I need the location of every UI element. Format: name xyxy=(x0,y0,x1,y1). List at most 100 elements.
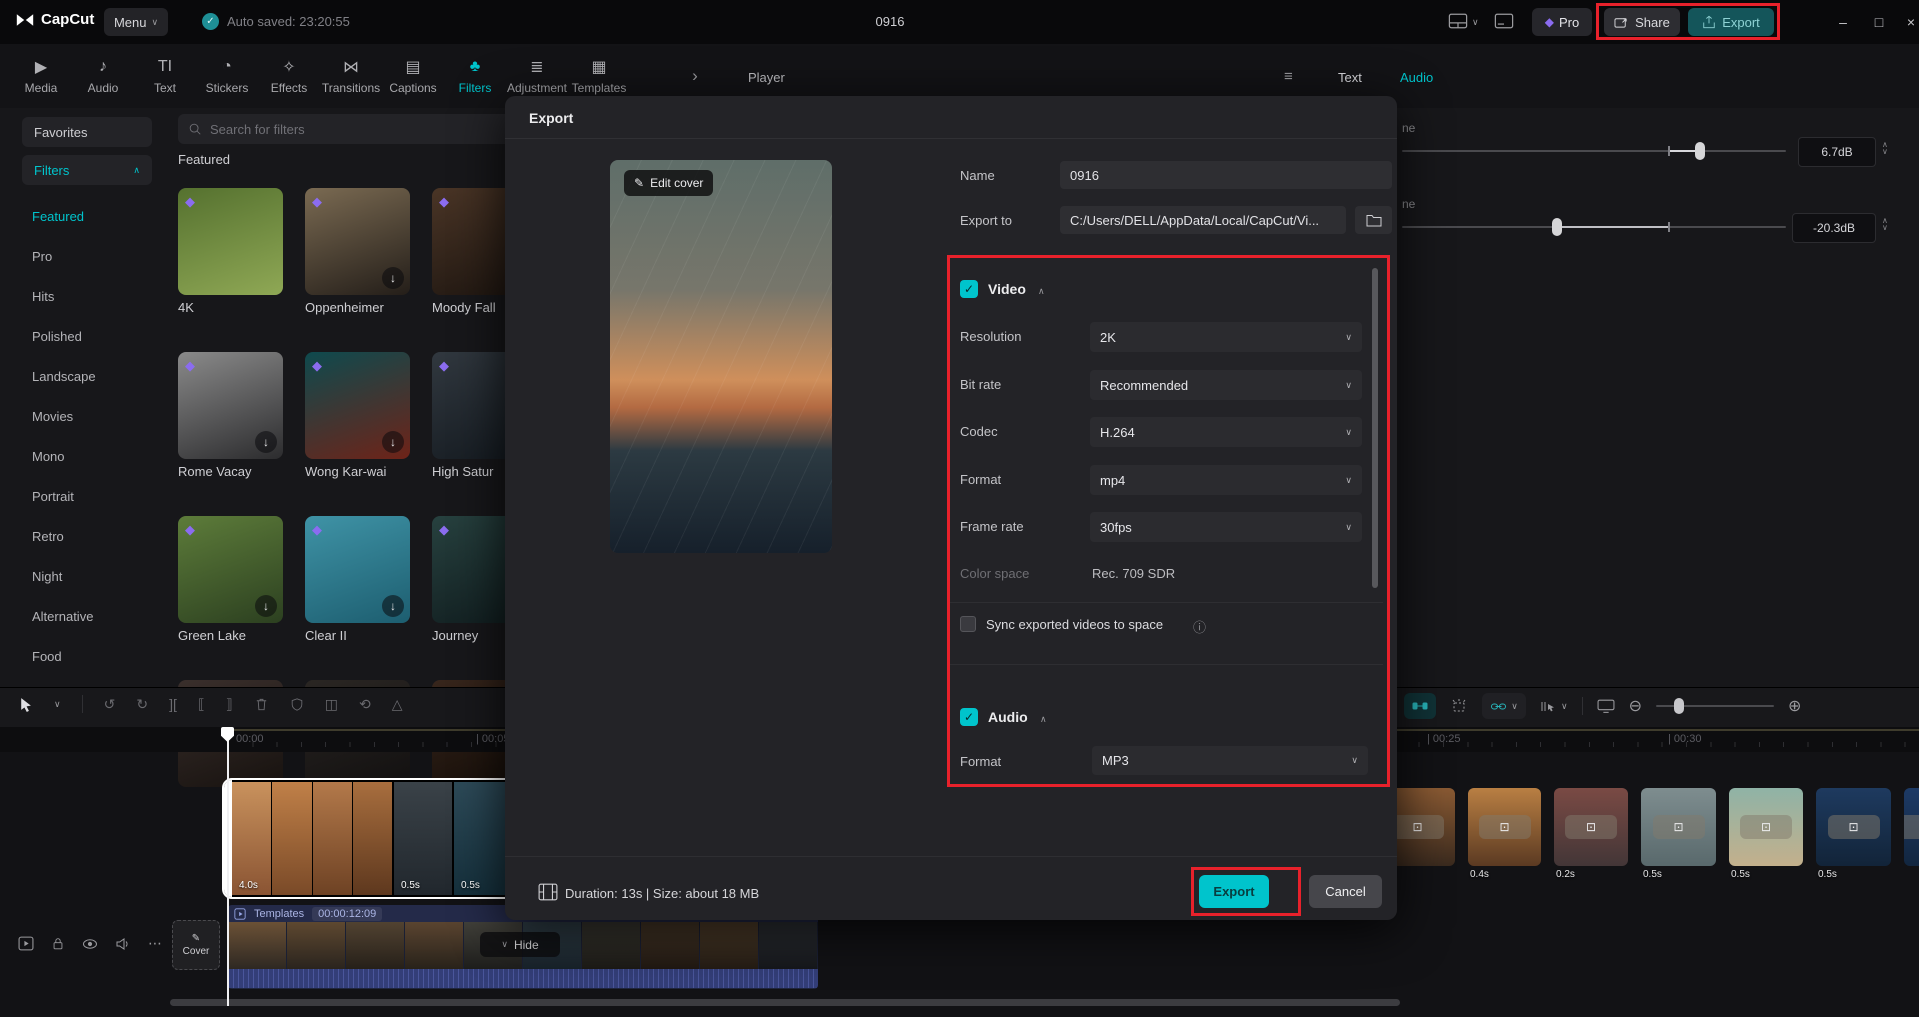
download-icon[interactable]: ↓ xyxy=(382,595,404,617)
minimize-button[interactable]: – xyxy=(1830,9,1856,35)
filter-card[interactable]: ◆ ↓ Rome Vacay xyxy=(178,352,283,479)
more-tabs-chevron-icon[interactable]: › xyxy=(686,64,704,88)
clip-select-mode-icon[interactable]: ∨ xyxy=(1540,699,1568,714)
sidebar-item-filters[interactable]: Filters ∧ xyxy=(22,155,152,185)
audio-value-2[interactable]: -20.3dB xyxy=(1792,213,1876,243)
trim-right-icon[interactable]: ⟧ xyxy=(226,696,233,713)
sidebar-category-item[interactable]: Portrait xyxy=(32,476,96,516)
export-path-input[interactable]: C:/Users/DELL/AppData/Local/CapCut/Vi... xyxy=(1060,206,1346,234)
filter-thumbnail[interactable]: ◆ ↓ xyxy=(305,352,410,459)
filter-card[interactable]: ◆ ↓ Clear II xyxy=(305,516,410,643)
tool-tab[interactable]: TI Text xyxy=(134,57,196,95)
player-menu-icon[interactable]: ≡ xyxy=(1284,68,1293,85)
mask-icon[interactable] xyxy=(290,697,304,712)
tool-tab[interactable]: ◔ Stickers xyxy=(196,57,258,95)
maximize-button[interactable]: □ xyxy=(1866,9,1892,35)
timeline-horizontal-scrollbar[interactable] xyxy=(170,999,1400,1006)
lock-icon[interactable] xyxy=(51,936,65,951)
select-cursor-icon[interactable] xyxy=(18,697,33,712)
tool-tab[interactable]: ♣ Filters xyxy=(444,57,506,95)
stepper-down-icon[interactable]: ∨ xyxy=(1882,224,1888,231)
redo-icon[interactable]: ↻ xyxy=(136,696,148,713)
stepper-down-icon[interactable]: ∨ xyxy=(1882,148,1888,155)
filter-thumbnail[interactable]: ◆ ↓ xyxy=(305,516,410,623)
audio-slider-1[interactable] xyxy=(1402,150,1786,152)
panel-toggle-icon[interactable] xyxy=(1494,13,1514,29)
delete-icon[interactable] xyxy=(254,697,269,712)
layout-chevron-icon[interactable]: ∨ xyxy=(1472,18,1479,27)
download-icon[interactable]: ↓ xyxy=(382,431,404,453)
timeline-clip[interactable]: ⊡ 0.5s xyxy=(1729,788,1803,880)
sidebar-category-item[interactable]: Polished xyxy=(32,316,96,356)
audio-slider-1-handle[interactable] xyxy=(1695,142,1705,160)
browse-folder-button[interactable] xyxy=(1355,206,1392,234)
filter-thumbnail[interactable]: ◆ ↓ xyxy=(178,352,283,459)
audio-slider-2-handle[interactable] xyxy=(1552,218,1562,236)
download-icon[interactable]: ↓ xyxy=(255,431,277,453)
mute-speaker-icon[interactable] xyxy=(115,937,131,951)
more-options-icon[interactable]: ⋯ xyxy=(148,935,162,952)
tool-tab[interactable]: ✧ Effects xyxy=(258,57,320,95)
hide-button[interactable]: ∨ Hide xyxy=(480,932,560,957)
tool-tab[interactable]: ▶ Media xyxy=(10,57,72,95)
visibility-eye-icon[interactable] xyxy=(82,937,98,951)
sidebar-category-item[interactable]: Food xyxy=(32,636,96,676)
cursor-chevron-icon[interactable]: ∨ xyxy=(54,700,61,709)
layout-toggle-icon[interactable] xyxy=(1448,13,1468,29)
sidebar-category-item[interactable]: Landscape xyxy=(32,356,96,396)
sidebar-category-item[interactable]: Retro xyxy=(32,516,96,556)
zoom-slider-handle[interactable] xyxy=(1674,698,1684,714)
reverse-icon[interactable]: ⟲ xyxy=(359,696,371,713)
filter-thumbnail[interactable]: ◆ ↓ xyxy=(178,516,283,623)
sidebar-category-item[interactable]: Hits xyxy=(32,276,96,316)
tab-audio[interactable]: Audio xyxy=(1400,70,1433,85)
download-icon[interactable]: ↓ xyxy=(382,267,404,289)
link-chevron-icon[interactable]: ∨ xyxy=(1511,702,1518,711)
zoom-in-icon[interactable]: ⊕ xyxy=(1788,696,1801,716)
undo-icon[interactable]: ↺ xyxy=(104,696,116,713)
stepper-2[interactable]: ∧∨ xyxy=(1882,217,1888,231)
mirror-icon[interactable]: △ xyxy=(392,696,403,713)
timeline-zoom-slider[interactable] xyxy=(1656,705,1774,707)
pro-button[interactable]: ◆ Pro xyxy=(1532,8,1592,36)
sidebar-item-favorites[interactable]: Favorites xyxy=(22,117,152,147)
timeline-clip[interactable]: 4.0s xyxy=(232,782,392,895)
timeline-clip[interactable]: 0.5s xyxy=(394,782,452,895)
name-input[interactable]: 0916 xyxy=(1060,161,1392,189)
timeline-clip[interactable]: ⊡ 0.5s xyxy=(1816,788,1891,880)
crop-icon[interactable]: ◫ xyxy=(325,696,338,713)
zoom-out-icon[interactable]: ⊖ xyxy=(1629,696,1642,716)
screen-preview-icon[interactable] xyxy=(1597,698,1615,714)
split-icon[interactable]: ][ xyxy=(169,696,177,712)
preview-frames-icon[interactable] xyxy=(1450,698,1468,714)
menu-button[interactable]: Menu ∨ xyxy=(104,8,168,36)
timeline-clip[interactable]: ⊡ xyxy=(1904,788,1919,880)
tool-tab[interactable]: ≣ Adjustment xyxy=(506,57,568,95)
timeline-clip[interactable]: ⊡ 0.5s xyxy=(1641,788,1716,880)
track-preview-icon[interactable] xyxy=(18,936,34,951)
cancel-button[interactable]: Cancel xyxy=(1309,875,1382,908)
tool-tab[interactable]: ▦ Templates xyxy=(568,57,630,95)
timeline-clip[interactable]: ⊡ 0.2s xyxy=(1554,788,1628,880)
stepper-1[interactable]: ∧∨ xyxy=(1882,141,1888,155)
sidebar-category-item[interactable]: Alternative xyxy=(32,596,96,636)
filter-card[interactable]: ◆ ↓ Oppenheimer xyxy=(305,188,410,315)
clip-mode-chevron-icon[interactable]: ∨ xyxy=(1561,702,1568,711)
sidebar-category-item[interactable]: Mono xyxy=(32,436,96,476)
sidebar-category-item[interactable]: Night xyxy=(32,556,96,596)
trim-left-icon[interactable]: ⟦ xyxy=(198,696,205,713)
sidebar-category-item[interactable]: Movies xyxy=(32,396,96,436)
tool-tab[interactable]: ⋈ Transitions xyxy=(320,57,382,95)
sidebar-category-item[interactable]: Featured xyxy=(32,196,96,236)
audio-value-1[interactable]: 6.7dB xyxy=(1798,137,1876,167)
tab-text[interactable]: Text xyxy=(1338,70,1362,85)
filter-card[interactable]: ◆ ↓ Wong Kar-wai xyxy=(305,352,410,479)
filter-card[interactable]: ◆ 4K xyxy=(178,188,283,315)
timeline-clip[interactable]: ⊡ 0.4s xyxy=(1468,788,1541,880)
filter-thumbnail[interactable]: ◆ ↓ xyxy=(305,188,410,295)
snap-toggle-icon[interactable] xyxy=(1404,693,1436,719)
selected-clip-group[interactable]: 4.0s 0.5s 0.5s xyxy=(222,778,522,899)
link-toggle-icon[interactable]: ∨ xyxy=(1482,693,1526,719)
cover-button[interactable]: ✎ Cover xyxy=(172,920,220,970)
filter-card[interactable]: ◆ ↓ Green Lake xyxy=(178,516,283,643)
